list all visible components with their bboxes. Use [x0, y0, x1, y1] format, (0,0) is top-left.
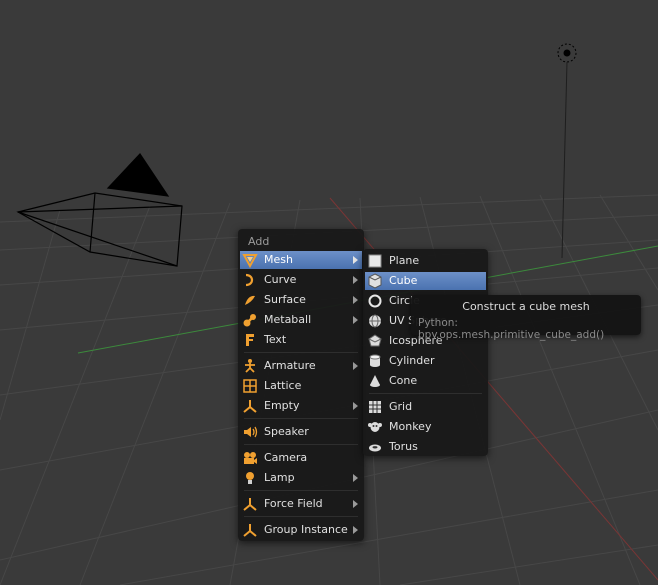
add-menu-item-force-field[interactable]: Force Field: [240, 495, 362, 513]
add-menu-item-surface[interactable]: Surface: [240, 291, 362, 309]
mesh-item-monkey[interactable]: Monkey: [365, 418, 486, 436]
mesh-item-grid[interactable]: Grid: [365, 398, 486, 416]
add-menu-item-label: Lamp: [264, 471, 295, 484]
cube-icon: [367, 273, 383, 289]
text-icon: [242, 332, 258, 348]
mesh-item-torus[interactable]: Torus: [365, 438, 486, 456]
cylinder-icon: [367, 353, 383, 369]
mesh-submenu: Plane Cube Circle UV Sphere Icosphere Cy…: [363, 249, 488, 456]
add-menu-item-metaball[interactable]: Metaball: [240, 311, 362, 329]
add-menu-item-label: Lattice: [264, 379, 302, 392]
tooltip: Construct a cube mesh Python: bpy.ops.me…: [411, 295, 641, 341]
lamp-icon: [242, 470, 258, 486]
circle-icon: [367, 293, 383, 309]
force-field-icon: [242, 496, 258, 512]
curve-icon: [242, 272, 258, 288]
mesh-icon: [242, 252, 258, 268]
add-menu: Add Mesh Curve Surface Metaball Text Arm…: [238, 229, 364, 541]
add-menu-item-label: Empty: [264, 399, 300, 412]
mesh-item-label: Torus: [389, 440, 418, 453]
add-menu-item-camera[interactable]: Camera: [240, 449, 362, 467]
add-menu-item-label: Surface: [264, 293, 306, 306]
tooltip-title: Construct a cube mesh: [462, 300, 590, 313]
menu-separator: [244, 352, 358, 353]
mesh-item-label: Monkey: [389, 420, 432, 433]
plane-icon: [367, 253, 383, 269]
uv-sphere-icon: [367, 313, 383, 329]
menu-separator: [244, 516, 358, 517]
add-menu-item-label: Mesh: [264, 253, 293, 266]
torus-icon: [367, 439, 383, 455]
submenu-arrow-icon: [353, 296, 358, 304]
mesh-item-cylinder[interactable]: Cylinder: [365, 352, 486, 370]
add-menu-item-empty[interactable]: Empty: [240, 397, 362, 415]
empty-icon: [242, 398, 258, 414]
mesh-item-label: Plane: [389, 254, 420, 267]
menu-separator: [244, 490, 358, 491]
add-menu-item-mesh[interactable]: Mesh: [240, 251, 362, 269]
monkey-icon: [367, 419, 383, 435]
add-menu-title: Add: [248, 235, 270, 248]
add-menu-item-lattice[interactable]: Lattice: [240, 377, 362, 395]
tooltip-python: Python: bpy.ops.mesh.primitive_cube_add(…: [418, 317, 605, 341]
icosphere-icon: [367, 333, 383, 349]
add-menu-item-label: Force Field: [264, 497, 323, 510]
mesh-item-label: Cylinder: [389, 354, 435, 367]
mesh-item-cone[interactable]: Cone: [365, 372, 486, 390]
add-menu-item-armature[interactable]: Armature: [240, 357, 362, 375]
add-menu-item-label: Camera: [264, 451, 308, 464]
add-menu-item-label: Curve: [264, 273, 297, 286]
mesh-item-label: Cone: [389, 374, 418, 387]
menu-separator: [244, 444, 358, 445]
cone-icon: [367, 373, 383, 389]
surface-icon: [242, 292, 258, 308]
add-menu-item-label: Group Instance: [264, 523, 348, 536]
submenu-arrow-icon: [353, 256, 358, 264]
add-menu-item-label: Speaker: [264, 425, 309, 438]
add-menu-item-group-instance[interactable]: Group Instance: [240, 521, 362, 539]
add-menu-item-text[interactable]: Text: [240, 331, 362, 349]
metaball-icon: [242, 312, 258, 328]
grid-icon: [367, 399, 383, 415]
submenu-arrow-icon: [353, 500, 358, 508]
submenu-arrow-icon: [353, 526, 358, 534]
mesh-item-plane[interactable]: Plane: [365, 252, 486, 270]
mesh-item-label: Cube: [389, 274, 418, 287]
speaker-icon: [242, 424, 258, 440]
add-menu-item-label: Armature: [264, 359, 316, 372]
lattice-icon: [242, 378, 258, 394]
submenu-arrow-icon: [353, 474, 358, 482]
add-menu-item-speaker[interactable]: Speaker: [240, 423, 362, 441]
camera-object[interactable]: [16, 153, 183, 267]
menu-separator: [369, 393, 482, 394]
lamp-object[interactable]: [557, 43, 577, 259]
add-menu-item-lamp[interactable]: Lamp: [240, 469, 362, 487]
camera-icon: [242, 450, 258, 466]
menu-separator: [244, 418, 358, 419]
group-instance-icon: [242, 522, 258, 538]
submenu-arrow-icon: [353, 316, 358, 324]
submenu-arrow-icon: [353, 402, 358, 410]
mesh-item-cube[interactable]: Cube: [365, 272, 486, 290]
mesh-item-label: Grid: [389, 400, 413, 413]
submenu-arrow-icon: [353, 276, 358, 284]
add-menu-item-label: Metaball: [264, 313, 312, 326]
add-menu-item-curve[interactable]: Curve: [240, 271, 362, 289]
submenu-arrow-icon: [353, 362, 358, 370]
add-menu-item-label: Text: [264, 333, 287, 346]
armature-icon: [242, 358, 258, 374]
